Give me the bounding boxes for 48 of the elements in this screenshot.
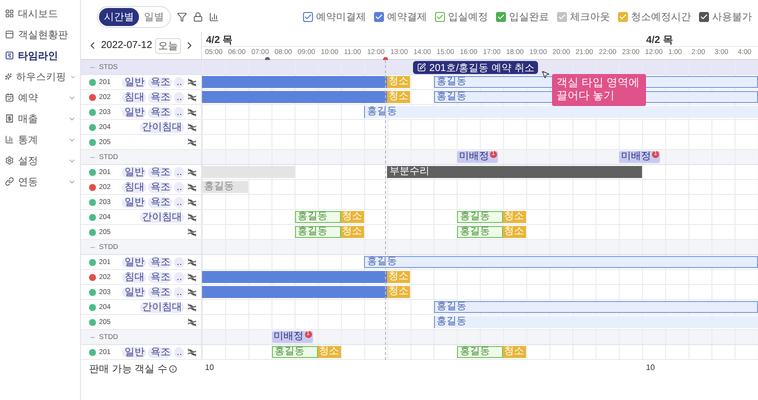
room-tag: 욕조	[148, 76, 172, 88]
room-tag: ..	[174, 256, 184, 268]
legend-label: 청소예정시간	[631, 11, 691, 24]
room-tag: ..	[174, 196, 184, 208]
legend-label: 입실완료	[509, 11, 549, 24]
room-tag: 욕조	[148, 346, 172, 358]
day-label: 4/2 목	[645, 34, 673, 47]
room-tag: 침대	[122, 182, 146, 192]
day-label: 4/2 목	[205, 34, 233, 47]
room-tag: 일반	[122, 256, 146, 268]
room-tag: 간이침대	[140, 122, 184, 132]
room-tag: 욕조	[148, 286, 172, 298]
room-tag: 욕조	[148, 272, 172, 282]
room-tag: ..	[174, 92, 184, 102]
room-tag: 간이침대	[140, 212, 184, 222]
room-tag: 일반	[122, 346, 146, 358]
room-tag: ..	[174, 286, 184, 298]
room-tag: ..	[174, 76, 184, 88]
room-tag: 욕조	[148, 166, 172, 178]
legend-label: 체크아웃	[570, 11, 610, 24]
room-tag: ..	[174, 106, 184, 118]
room-tag: 욕조	[148, 196, 172, 208]
room-tag: 일반	[122, 76, 146, 88]
room-tag: ..	[174, 182, 184, 192]
available-count: 10	[204, 363, 214, 372]
room-tag: 욕조	[148, 256, 172, 268]
room-tag: 침대	[122, 92, 146, 102]
room-tag: ..	[174, 166, 184, 178]
room-tag: ..	[174, 346, 184, 358]
room-tag: 욕조	[148, 106, 172, 118]
legend-label: 사용불가	[712, 11, 752, 24]
room-tag: 간이침대	[140, 302, 184, 312]
room-tag: 일반	[122, 166, 146, 178]
legend-label: 예약결제	[387, 11, 427, 24]
available-count: 10	[644, 363, 655, 372]
room-tag: 욕조	[148, 92, 172, 102]
legend-label: 예약미결제	[316, 11, 366, 24]
drag-hint-tooltip: 객실 타입 영역에 끌어다 놓기	[552, 74, 646, 106]
room-tag: 욕조	[148, 182, 172, 192]
legend-label: 입실예정	[448, 11, 488, 24]
tooltip-text: 201호/홍길동 예약 취소	[429, 62, 534, 74]
date-text: 2022-07-12	[101, 40, 152, 51]
available-rooms-label: 판매 가능 객실 수	[89, 363, 168, 376]
room-tag: 일반	[122, 286, 146, 298]
room-tag: 일반	[122, 196, 146, 208]
room-tag: ..	[174, 272, 184, 282]
room-tag: 침대	[122, 272, 146, 282]
room-tag: 일반	[122, 106, 146, 118]
